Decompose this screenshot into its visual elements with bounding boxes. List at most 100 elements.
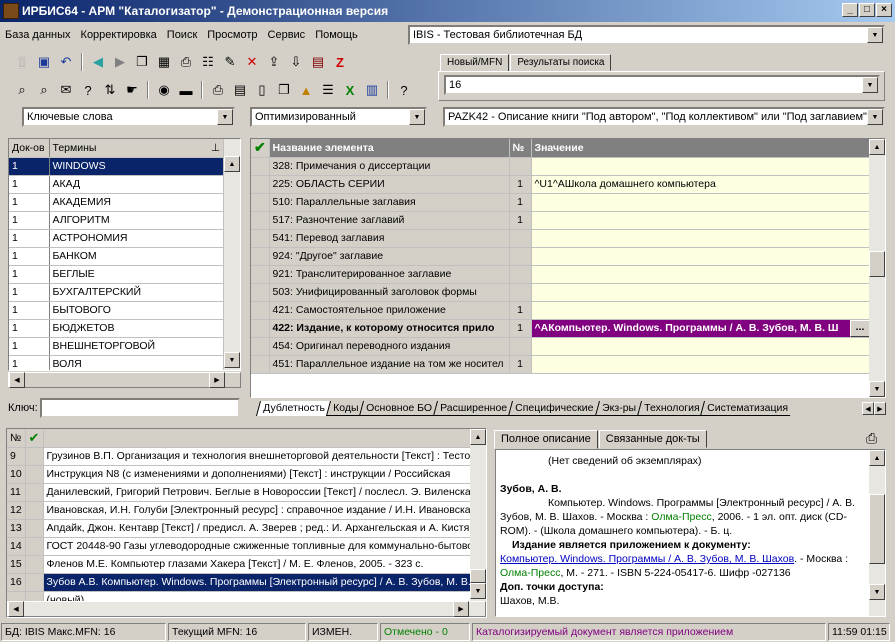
col-docs[interactable]: Док-ов xyxy=(9,139,50,158)
mail-icon[interactable]: ✉ xyxy=(56,80,76,100)
print-icon[interactable]: ⎙ xyxy=(866,430,877,447)
field-value[interactable] xyxy=(531,229,871,248)
chevron-down-icon[interactable]: ▼ xyxy=(862,77,878,93)
sort-icon[interactable]: ⇅ xyxy=(100,80,120,100)
term-row[interactable]: 1 ВОЛЯ xyxy=(9,355,224,370)
tab-scroll-left[interactable]: ◀ xyxy=(862,402,874,415)
field-row[interactable]: 451: Параллельное издание на том же носи… xyxy=(251,355,871,374)
copy-record-icon[interactable]: ❐ xyxy=(132,52,152,72)
field-value[interactable] xyxy=(531,301,871,320)
grid-icon[interactable]: ▦ xyxy=(154,52,174,72)
result-row[interactable]: 14 ГОСТ 20448-90 Газы углеводородные сжиж… xyxy=(7,537,471,556)
maximize-button[interactable]: □ xyxy=(859,3,875,17)
fields-scrollbar[interactable]: ▲ ▼ xyxy=(869,139,885,397)
result-row[interactable]: 10 Инструкция N8 (с изменениями и дополне… xyxy=(7,465,471,484)
field-row[interactable]: 924: "Другое" заглавие xyxy=(251,247,871,266)
minimize-button[interactable]: _ xyxy=(842,3,858,17)
delete-icon[interactable]: ✕ xyxy=(242,52,262,72)
tab-search-results[interactable]: Результаты поиска xyxy=(510,54,612,71)
word-icon[interactable]: ▥ xyxy=(362,80,382,100)
export-icon[interactable]: ⇪ xyxy=(264,52,284,72)
term-row[interactable]: 1 БЕГЛЫЕ xyxy=(9,265,224,284)
menu-search[interactable]: Поиск xyxy=(162,29,202,41)
arrow-left-icon[interactable]: ◀ xyxy=(88,52,108,72)
view-icon[interactable]: ◉ xyxy=(154,80,174,100)
field-row[interactable]: 422: Издание, к которому относится прило… xyxy=(251,319,871,338)
field-row[interactable]: 225: ОБЛАСТЬ СЕРИИ 1 ^U1^AШкола домашнего … xyxy=(251,175,871,194)
term-row[interactable]: 1 ВНЕШНЕТОРГОВОЙ xyxy=(9,337,224,356)
field-value[interactable]: ^AКомпьютер. Windows. Программы / А. В. … xyxy=(531,319,871,338)
field-row[interactable]: 454: Оригинал переводного издания xyxy=(251,337,871,356)
search-refine-icon[interactable]: ⌕ xyxy=(34,80,54,100)
result-mark[interactable] xyxy=(25,573,44,592)
ellipsis-button[interactable]: ... xyxy=(850,319,870,336)
tab-new-mfn[interactable]: Новый/MFN xyxy=(440,54,510,72)
copy-icon[interactable]: ❐ xyxy=(274,80,294,100)
check-icon[interactable]: ✔ xyxy=(251,139,270,158)
field-value[interactable] xyxy=(531,265,871,284)
check-icon[interactable]: ✔ xyxy=(25,429,44,448)
col-result-desc[interactable] xyxy=(43,429,471,448)
list-icon[interactable]: ☰ xyxy=(318,80,338,100)
chevron-down-icon[interactable]: ▼ xyxy=(217,109,233,125)
col-field-name[interactable]: Название элемента xyxy=(269,139,510,158)
z3950-icon[interactable]: Z xyxy=(330,52,350,72)
import-icon[interactable]: ⇩ xyxy=(286,52,306,72)
tab-2[interactable]: Основное БО xyxy=(359,401,439,416)
menu-edit[interactable]: Корректировка xyxy=(76,29,162,41)
pin-icon[interactable]: ⊥ xyxy=(211,142,220,154)
menu-database[interactable]: База данных xyxy=(0,29,76,41)
chevron-down-icon[interactable]: ▼ xyxy=(409,109,425,125)
dictionary-select[interactable]: Ключевые слова ▼ xyxy=(22,107,235,127)
menu-help[interactable]: Помощь xyxy=(310,29,363,41)
term-row[interactable]: 1 АЛГОРИТМ xyxy=(9,211,224,230)
term-row[interactable]: 1 АСТРОНОМИЯ xyxy=(9,229,224,248)
database-select[interactable]: IBIS - Тестовая библиотечная БД ▼ xyxy=(408,25,885,45)
tree-icon[interactable]: ☷ xyxy=(198,52,218,72)
tab-3[interactable]: Расширенное xyxy=(433,401,514,416)
tab-4[interactable]: Специфические xyxy=(508,401,600,416)
term-row[interactable]: 1 АКАД xyxy=(9,175,224,194)
search-help-icon[interactable]: ? xyxy=(78,80,98,100)
result-mark[interactable] xyxy=(25,465,44,484)
edit-icon[interactable]: ✎ xyxy=(220,52,240,72)
col-terms[interactable]: Термины ⊥ xyxy=(49,139,224,158)
term-row[interactable]: 1 БЮДЖЕТОВ xyxy=(9,319,224,338)
document-icon[interactable]: ▯ xyxy=(252,80,272,100)
close-button[interactable]: × xyxy=(876,3,892,17)
field-value[interactable] xyxy=(531,355,871,374)
folder-icon[interactable]: ▬ xyxy=(176,80,196,100)
field-value[interactable] xyxy=(531,337,871,356)
result-row[interactable]: 12 Ивановская, И.Н. Голуби [Электронный р… xyxy=(7,501,471,520)
term-row[interactable]: 1 АКАДЕМИЯ xyxy=(9,193,224,212)
chevron-down-icon[interactable]: ▼ xyxy=(867,109,883,125)
field-row[interactable]: 421: Самостоятельное приложение 1 xyxy=(251,301,871,320)
new-record-icon[interactable]: ▯ xyxy=(12,52,32,72)
results-hscroll[interactable]: ◀ ▶ xyxy=(7,601,486,617)
field-row[interactable]: 328: Примечания о диссертации xyxy=(251,157,871,176)
field-row[interactable]: 503: Унифицированный заголовок формы xyxy=(251,283,871,302)
undo-icon[interactable]: ↶ xyxy=(56,52,76,72)
tab-7[interactable]: Систематизация xyxy=(700,401,795,416)
print-icon[interactable]: ⎙ xyxy=(176,52,196,72)
term-row[interactable]: 1 БАНКОМ xyxy=(9,247,224,266)
report-icon[interactable]: ▤ xyxy=(230,80,250,100)
menu-view[interactable]: Просмотр xyxy=(202,29,262,41)
tab-scroll-right[interactable]: ▶ xyxy=(874,402,886,415)
parent-doc-link[interactable]: Компьютер. Windows. Программы / А. В. Зу… xyxy=(500,553,794,565)
field-row[interactable]: 510: Параллельные заглавия 1 xyxy=(251,193,871,212)
result-row[interactable]: 9 Грузинов В.П. Организация и технология … xyxy=(7,447,471,466)
key-input[interactable] xyxy=(40,398,240,418)
terms-hscroll[interactable]: ◀ ▶ xyxy=(8,372,241,388)
menu-service[interactable]: Сервис xyxy=(263,29,311,41)
arrow-right-icon[interactable]: ▶ xyxy=(110,52,130,72)
field-row[interactable]: 541: Перевод заглавия xyxy=(251,229,871,248)
tab-full-description[interactable]: Полное описание xyxy=(494,430,598,449)
mode-select[interactable]: Оптимизированный ▼ xyxy=(250,107,427,127)
tab-0[interactable]: Дублетность xyxy=(255,401,331,416)
tab-linked-docs[interactable]: Связанные док-ты xyxy=(598,430,707,448)
field-value[interactable] xyxy=(531,211,871,230)
result-row[interactable]: 15 Фленов М.Е. Компьютер глазами Хакера [… xyxy=(7,555,471,574)
search-icon[interactable]: ⌕ xyxy=(12,80,32,100)
save-icon[interactable]: ▣ xyxy=(34,52,54,72)
